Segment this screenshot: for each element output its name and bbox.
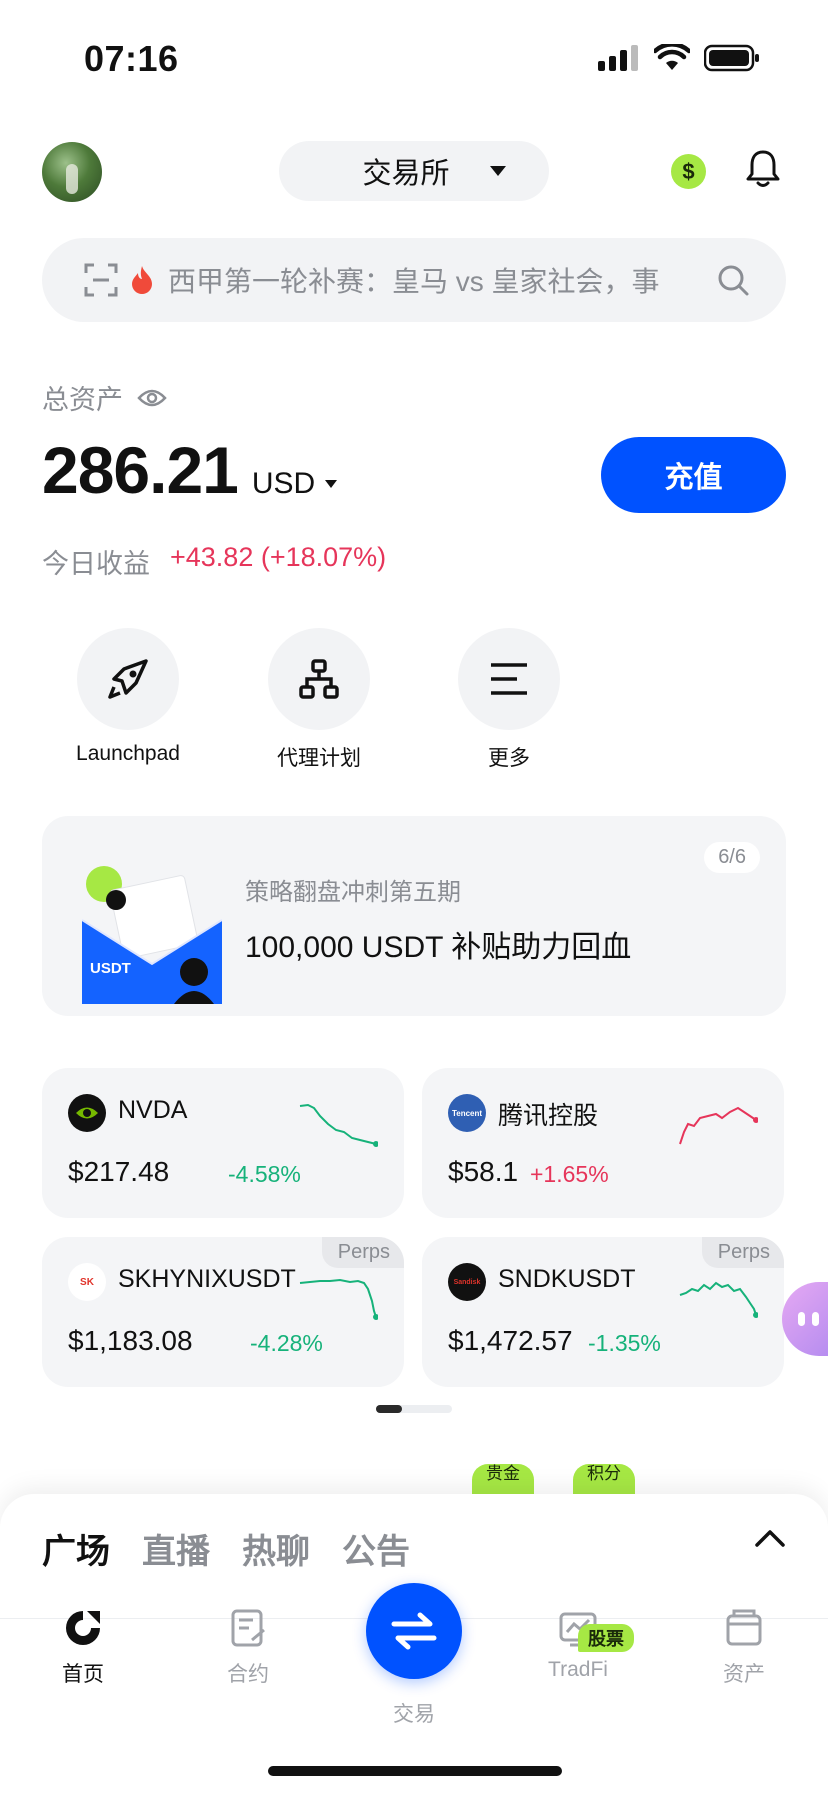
quick-action-circle [77,628,179,730]
ticker-card-skhynix[interactable]: Perps SK SKHYNIXUSDT $1,183.08 -4.28% [42,1237,404,1387]
quick-action-more[interactable]: 更多 [434,628,584,772]
total-assets-label: 总资产 [42,378,167,417]
ticker-card-tencent[interactable]: Tencent 腾讯控股 $58.1 +1.65% [422,1068,784,1218]
search-bar[interactable]: 西甲第一轮补赛：皇马 vs 皇家社会，事 [42,238,786,322]
nav-label: 交易 [393,1703,435,1726]
sandisk-logo-icon: Sandisk [448,1263,486,1301]
ticker-card-sndk[interactable]: Perps Sandisk SNDKUSDT $1,472.57 -1.35% [422,1237,784,1387]
nav-label: 合约 [227,1663,269,1686]
nav-home[interactable]: 首页 [23,1608,143,1688]
ticker-change: -4.58% [228,1161,301,1187]
perps-badge: Perps [321,1237,404,1268]
peek-tag: 积分 [573,1464,635,1494]
balance: 286.21 USD [42,432,338,508]
quick-action-agent[interactable]: 代理计划 [244,628,394,772]
menu-icon [491,663,527,695]
sparkline [299,1278,378,1320]
battery-icon [704,44,759,72]
bell-icon[interactable] [746,148,780,188]
currency-selector[interactable]: USD [251,467,338,501]
today-pnl-label: 今日收益 [42,549,150,579]
ticker-change: -4.28% [250,1330,323,1356]
ticker-change: -1.35% [588,1330,661,1356]
search-trending-text: 西甲第一轮补赛：皇马 vs 皇家社会，事 [168,266,660,297]
nav-contracts[interactable]: 合约 [188,1608,308,1688]
card-pager [376,1405,452,1413]
ticker-card-nvda[interactable]: NVDA $217.48 -4.58% [42,1068,404,1218]
home-icon [66,1611,100,1645]
skhynix-logo-icon: SK [68,1263,106,1301]
ticker-name: NVDA [118,1096,188,1124]
feed-tabs: 广场 直播 热聊 公告 [42,1524,410,1573]
nav-assets[interactable]: 资产 [684,1608,804,1688]
banner-counter: 6/6 [704,842,760,873]
currency-label: USD [251,467,316,500]
exchange-switcher[interactable]: 交易所 [279,141,549,201]
ticker-name: 腾讯控股 [498,1102,599,1130]
status-time: 07:16 [84,38,179,79]
today-pnl: 今日收益 +43.82 (+18.07%) [42,542,386,581]
scan-icon[interactable] [84,263,118,297]
tencent-logo-icon: Tencent [448,1094,486,1132]
eye-icon[interactable] [137,387,167,409]
quick-action-label: 更多 [488,747,530,770]
perps-badge: Perps [701,1237,784,1268]
signal-icon [598,45,638,71]
quick-action-label: Launchpad [76,742,180,765]
caret-down-icon [325,480,338,488]
stock-badge: 股票 [578,1624,634,1652]
chevron-down-icon [489,166,506,176]
ticker-price: $217.48 [68,1156,170,1187]
home-indicator [268,1766,562,1776]
wifi-icon [654,44,690,70]
status-icons [598,44,760,72]
nav-label: TradFi [548,1658,608,1681]
deposit-button[interactable]: 充值 [601,437,786,513]
usdt-envelope-icon [82,866,222,1004]
envelope-label: USDT [90,960,131,977]
fire-icon [132,266,152,294]
ticker-change: +1.65% [530,1161,609,1187]
ticker-name: SNDKUSDT [498,1265,636,1293]
banner-title: 100,000 USDT 补贴助力回血 [245,931,632,964]
banner-subtitle: 策略翻盘冲刺第五期 [245,879,461,906]
avatar[interactable] [42,142,102,202]
nav-label: 首页 [62,1663,104,1686]
tab-hot-chat[interactable]: 热聊 [242,1524,310,1573]
balance-value: 286.21 [42,433,239,507]
total-assets-text: 总资产 [42,385,123,415]
tab-live[interactable]: 直播 [142,1524,210,1573]
promo-banner[interactable]: USDT 6/6 策略翻盘冲刺第五期 100,000 USDT 补贴助力回血 [42,816,786,1016]
quick-action-label: 代理计划 [277,747,361,770]
ticker-price: $58.1 [448,1156,519,1187]
rocket-icon [108,659,148,699]
trade-swap-icon [391,1612,437,1650]
quick-action-launchpad[interactable]: Launchpad [53,628,203,766]
quick-action-circle [458,628,560,730]
tab-square[interactable]: 广场 [42,1524,110,1573]
quick-action-circle [268,628,370,730]
ticker-price: $1,183.08 [68,1325,193,1356]
trade-button[interactable] [366,1583,462,1679]
contract-icon [231,1609,265,1647]
wallet-icon [726,1609,762,1646]
tab-announcements[interactable]: 公告 [342,1524,410,1573]
nvidia-logo-icon [68,1094,106,1132]
exchange-label: 交易所 [362,158,450,190]
sparkline [299,1103,378,1147]
search-icon[interactable] [716,263,750,297]
chevron-up-icon[interactable] [754,1528,786,1548]
sparkline [679,1106,758,1145]
pager-active-dot [376,1405,402,1413]
nav-label: 资产 [723,1663,765,1686]
assistant-bubble-icon[interactable] [782,1282,828,1356]
org-chart-icon [299,659,339,699]
ticker-name: SKHYNIXUSDT [118,1265,296,1293]
today-pnl-value: +43.82 (+18.07%) [170,542,387,572]
ticker-price: $1,472.57 [448,1325,573,1356]
dollar-icon[interactable]: $ [671,154,706,189]
peek-tag: 贵金 [472,1464,534,1494]
sparkline [679,1281,758,1318]
